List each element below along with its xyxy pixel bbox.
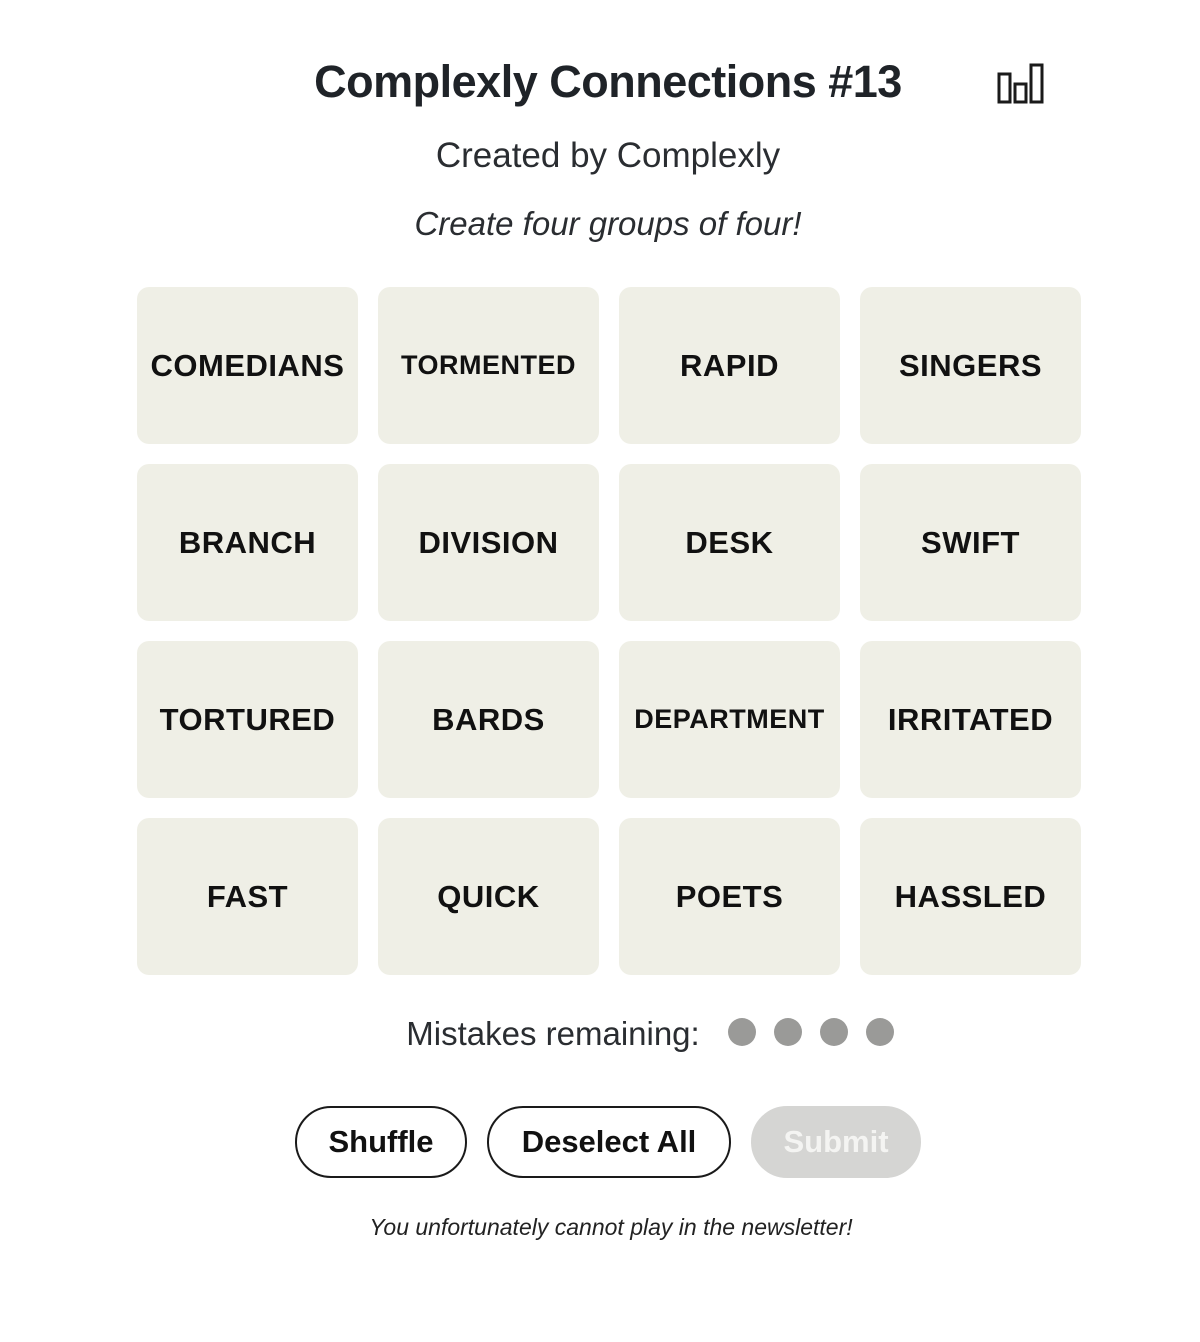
shuffle-button[interactable]: Shuffle xyxy=(295,1106,467,1178)
controls: Shuffle Deselect All Submit xyxy=(0,1106,1200,1178)
mistakes-remaining: Mistakes remaining: xyxy=(0,1015,1200,1053)
deselect-all-button[interactable]: Deselect All xyxy=(487,1106,731,1178)
word-tile[interactable]: DEPARTMENT xyxy=(619,641,840,798)
word-tile[interactable]: COMEDIANS xyxy=(137,287,358,444)
mistakes-label: Mistakes remaining: xyxy=(406,1015,700,1052)
word-tile[interactable]: DESK xyxy=(619,464,840,621)
word-tile[interactable]: FAST xyxy=(137,818,358,975)
mistake-dot xyxy=(819,1017,848,1046)
word-tile[interactable]: BRANCH xyxy=(137,464,358,621)
mistake-dots xyxy=(727,1017,912,1051)
word-tile[interactable]: SWIFT xyxy=(860,464,1081,621)
mistake-dot xyxy=(865,1017,894,1046)
word-tile[interactable]: DIVISION xyxy=(378,464,599,621)
creator-subtitle: Created by Complexly xyxy=(435,136,781,175)
word-tile[interactable]: BARDS xyxy=(378,641,599,798)
word-tile[interactable]: HASSLED xyxy=(860,818,1081,975)
mistake-dot xyxy=(727,1017,756,1046)
word-tile[interactable]: IRRITATED xyxy=(860,641,1081,798)
word-tile[interactable]: TORTURED xyxy=(137,641,358,798)
word-tile[interactable]: POETS xyxy=(619,818,840,975)
instructions: Create four groups of four! xyxy=(414,205,802,242)
word-tile[interactable]: TORMENTED xyxy=(378,287,599,444)
word-tile[interactable]: QUICK xyxy=(378,818,599,975)
mistake-dot xyxy=(773,1017,802,1046)
word-tile[interactable]: RAPID xyxy=(619,287,840,444)
word-tile[interactable]: SINGERS xyxy=(860,287,1081,444)
newsletter-note: You unfortunately cannot play in the new… xyxy=(369,1214,853,1240)
word-grid: COMEDIANS TORMENTED RAPID SINGERS BRANCH… xyxy=(137,287,1081,975)
submit-button[interactable]: Submit xyxy=(751,1106,921,1178)
bar-chart-icon[interactable] xyxy=(996,62,1046,106)
